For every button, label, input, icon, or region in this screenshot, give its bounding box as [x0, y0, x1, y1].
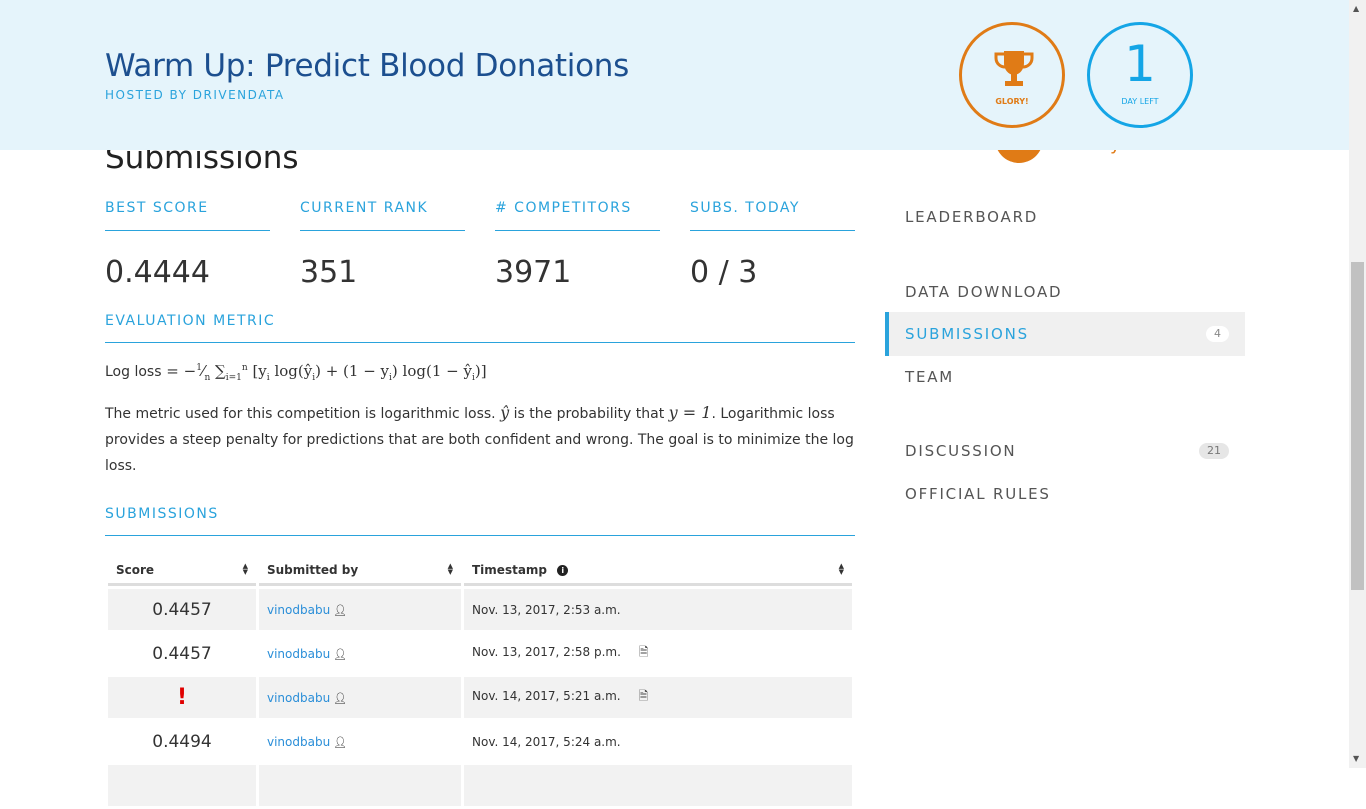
- table-row: ! vinodbabu 👤︎ Nov. 14, 2017, 5:21 a.m. 🗎: [108, 677, 852, 718]
- submitted-by-cell: [259, 765, 461, 806]
- score-cell: !: [108, 677, 256, 718]
- nav-data-download[interactable]: DATA DOWNLOAD: [885, 270, 1245, 314]
- table-row: [108, 765, 852, 806]
- stat-label: # COMPETITORS: [495, 200, 660, 231]
- stat-label: SUBS. TODAY: [690, 200, 855, 231]
- formula-expression: = −1⁄n ∑i=1n [yi log(ŷi) + (1 − yi) log(…: [166, 362, 487, 383]
- stat-label: CURRENT RANK: [300, 200, 465, 231]
- nav-submissions-label: SUBMISSIONS: [905, 325, 1029, 343]
- table-row: 0.4457 vinodbabu 👤︎ Nov. 13, 2017, 2:53 a…: [108, 589, 852, 630]
- nav-submissions[interactable]: SUBMISSIONS 4: [885, 312, 1245, 356]
- nav-official-rules[interactable]: OFFICIAL RULES: [885, 472, 1245, 516]
- info-icon[interactable]: i: [557, 565, 569, 576]
- glory-label: GLORY!: [995, 97, 1029, 106]
- submissions-heading: SUBMISSIONS: [105, 506, 855, 536]
- scroll-up-icon[interactable]: ▲: [1353, 4, 1359, 13]
- competition-header: Warm Up: Predict Blood Donations HOSTED …: [0, 0, 1349, 150]
- evaluation-description: The metric used for this competition is …: [105, 403, 854, 474]
- days-left-label: DAY LEFT: [1121, 97, 1159, 106]
- trophy-icon: [992, 49, 1036, 93]
- stat-current-rank: CURRENT RANK 351: [300, 200, 465, 290]
- person-icon: 👤︎: [333, 647, 348, 661]
- person-icon: 👤︎: [333, 735, 348, 749]
- page-scrollbar[interactable]: ▲ ▼: [1349, 0, 1366, 768]
- log-loss-formula: Log loss = −1⁄n ∑i=1n [yi log(ŷi) + (1 −…: [105, 362, 487, 383]
- evaluation-metric-heading: EVALUATION METRIC: [105, 313, 855, 343]
- nav-discussion-label: DISCUSSION: [905, 442, 1017, 460]
- nav-team[interactable]: TEAM: [885, 355, 1245, 399]
- timestamp-cell: Nov. 13, 2017, 2:58 p.m. 🗎: [472, 645, 649, 659]
- timestamp-cell: [464, 765, 852, 806]
- user-link[interactable]: vinodbabu: [267, 735, 330, 749]
- column-header-timestamp[interactable]: Timestamp i ▲ ▼: [464, 555, 852, 586]
- submitted-by-cell: vinodbabu 👤︎: [259, 633, 461, 674]
- nav-discussion[interactable]: DISCUSSION 21: [885, 429, 1245, 473]
- table-header-row: Score ▲ ▼ Submitted by ▲ ▼ Timestamp i ▲ ▼: [108, 555, 852, 586]
- stat-subs-today: SUBS. TODAY 0 / 3: [690, 200, 855, 290]
- scrollbar-thumb[interactable]: [1351, 262, 1364, 590]
- sort-icon[interactable]: ▲ ▼: [243, 563, 248, 576]
- stat-label: BEST SCORE: [105, 200, 270, 231]
- user-link[interactable]: vinodbabu: [267, 603, 330, 617]
- person-icon: 👤︎: [333, 691, 348, 705]
- stat-value: 0.4444: [105, 255, 210, 290]
- table-row: 0.4457 vinodbabu 👤︎ Nov. 13, 2017, 2:58 p…: [108, 633, 852, 674]
- stat-value: 3971: [495, 255, 572, 290]
- column-header-score[interactable]: Score ▲ ▼: [108, 555, 256, 586]
- submitted-by-cell: vinodbabu 👤︎: [259, 589, 461, 630]
- hosted-by[interactable]: HOSTED BY DRIVENDATA: [105, 88, 285, 102]
- score-cell: 0.4457: [152, 643, 212, 664]
- file-icon[interactable]: 🗎: [639, 645, 649, 659]
- stat-best-score: BEST SCORE 0.4444: [105, 200, 270, 290]
- score-cell: 0.4457: [108, 589, 256, 630]
- user-link[interactable]: vinodbabu: [267, 691, 330, 705]
- submissions-count-badge: 4: [1206, 326, 1229, 342]
- score-cell: [108, 765, 256, 806]
- sort-icon[interactable]: ▲ ▼: [839, 563, 844, 576]
- submitted-by-cell: vinodbabu 👤︎: [259, 721, 461, 762]
- timestamp-cell: Nov. 13, 2017, 2:53 a.m.: [464, 589, 852, 630]
- score-cell: 0.4494: [152, 731, 212, 752]
- column-header-submitted-by[interactable]: Submitted by ▲ ▼: [259, 555, 461, 586]
- days-left-number: 1: [1124, 35, 1156, 93]
- timestamp-cell: Nov. 14, 2017, 5:24 a.m.: [472, 734, 621, 749]
- submissions-table: Score ▲ ▼ Submitted by ▲ ▼ Timestamp i ▲ ▼ 0.…: [105, 552, 855, 809]
- nav-leaderboard[interactable]: LEADERBOARD: [885, 195, 1245, 239]
- glory-badge: GLORY!: [959, 22, 1065, 128]
- days-left-badge: 1 DAY LEFT: [1087, 22, 1193, 128]
- formula-label: Log loss: [105, 364, 162, 380]
- table-row: 0.4494 vinodbabu 👤︎ Nov. 14, 2017, 5:24 a…: [108, 721, 852, 762]
- stat-value: 0 / 3: [690, 255, 758, 290]
- stat-competitors: # COMPETITORS 3971: [495, 200, 660, 290]
- timestamp-cell: Nov. 14, 2017, 5:21 a.m. 🗎: [464, 677, 852, 718]
- error-icon[interactable]: !: [177, 685, 187, 710]
- file-icon[interactable]: 🗎: [639, 689, 649, 703]
- submitted-by-cell: vinodbabu 👤︎: [259, 677, 461, 718]
- discussion-count-badge: 21: [1199, 443, 1229, 459]
- user-link[interactable]: vinodbabu: [267, 647, 330, 661]
- person-icon: 👤︎: [333, 603, 348, 617]
- competition-title[interactable]: Warm Up: Predict Blood Donations: [105, 48, 629, 84]
- stat-value: 351: [300, 255, 358, 290]
- scroll-down-icon[interactable]: ▼: [1353, 754, 1359, 763]
- sort-icon[interactable]: ▲ ▼: [448, 563, 453, 576]
